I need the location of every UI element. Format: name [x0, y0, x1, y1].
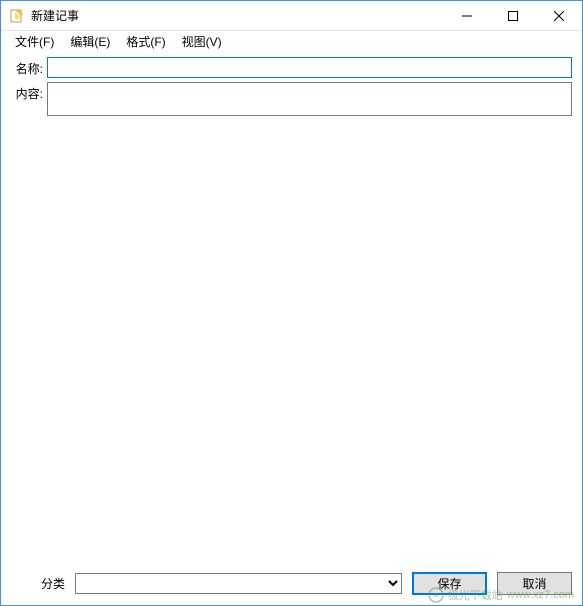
content-textarea[interactable]: [48, 83, 571, 115]
menubar: 文件(F) 编辑(E) 格式(F) 视图(V): [1, 31, 582, 51]
minimize-button[interactable]: [444, 1, 490, 30]
close-button[interactable]: [536, 1, 582, 30]
content-label: 内容:: [11, 82, 47, 102]
maximize-button[interactable]: [490, 1, 536, 30]
name-row: 名称:: [11, 57, 572, 78]
cancel-button[interactable]: 取消: [497, 572, 572, 595]
menu-file[interactable]: 文件(F): [7, 31, 62, 52]
content-row: 内容:: [11, 82, 572, 554]
menu-view[interactable]: 视图(V): [174, 31, 230, 52]
form-area: 名称: 内容:: [1, 51, 582, 564]
window-title: 新建记事: [31, 7, 444, 24]
category-select[interactable]: [75, 573, 402, 594]
save-button[interactable]: 保存: [412, 572, 487, 595]
content-textarea-wrapper: [47, 82, 572, 116]
name-label: 名称:: [11, 57, 47, 77]
name-input[interactable]: [47, 57, 572, 78]
app-icon: [9, 8, 25, 24]
window-controls: [444, 1, 582, 30]
titlebar: 新建记事: [1, 1, 582, 31]
menu-format[interactable]: 格式(F): [118, 31, 173, 52]
window: 新建记事 文件(F) 编辑(E) 格式(F) 视图(V) 名称: 内容:: [0, 0, 583, 606]
category-label: 分类: [11, 575, 69, 592]
menu-edit[interactable]: 编辑(E): [62, 31, 118, 52]
bottom-row: 分类 保存 取消: [1, 564, 582, 605]
